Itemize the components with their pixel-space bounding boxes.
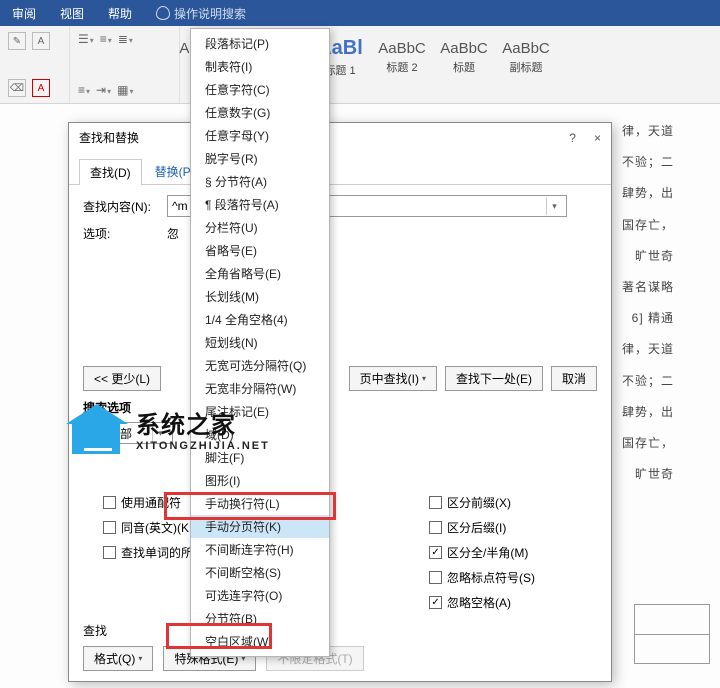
lightbulb-icon xyxy=(156,6,170,20)
tab-help[interactable]: 帮助 xyxy=(108,5,132,22)
find-value: ^m xyxy=(172,199,188,213)
table-outline xyxy=(634,604,710,664)
tab-view[interactable]: 视图 xyxy=(60,5,84,22)
font-box-icon[interactable]: A xyxy=(32,32,50,50)
special-menu-item[interactable]: 省略号(E) xyxy=(191,239,329,262)
clear-format-icon[interactable]: ⌫ xyxy=(8,79,26,97)
special-menu-item[interactable]: 空白区域(W) xyxy=(191,630,329,653)
special-menu-item[interactable]: 不间断连字符(H) xyxy=(191,538,329,561)
find-next-button[interactable]: 查找下一处(E) xyxy=(445,366,543,391)
special-menu-item[interactable]: 不间断空格(S) xyxy=(191,561,329,584)
special-menu-item[interactable]: 无宽非分隔符(W) xyxy=(191,377,329,400)
options-value: 忽 xyxy=(167,225,179,242)
find-replace-dialog: 查找和替换 ? × 查找(D) 替换(P 查找内容(N): ^m ▾ 选项: 忽… xyxy=(68,122,612,682)
check-wildcards[interactable]: 使用通配符 xyxy=(103,494,193,511)
special-menu-item[interactable]: 分节符(B) xyxy=(191,607,329,630)
special-menu-item[interactable]: 脱字号(R) xyxy=(191,147,329,170)
special-menu-item[interactable]: 段落标记(P) xyxy=(191,32,329,55)
special-menu-item[interactable]: 任意字符(C) xyxy=(191,78,329,101)
style-subtitle[interactable]: AaBbC副标题 xyxy=(496,30,556,84)
tell-me-search[interactable]: 操作说明搜索 xyxy=(156,5,246,22)
check-suffix[interactable]: 区分后缀(I) xyxy=(429,519,535,536)
special-menu-item[interactable]: § 分节符(A) xyxy=(191,170,329,193)
dialog-title: 查找和替换 xyxy=(79,129,139,146)
special-menu-item[interactable]: 无宽可选分隔符(Q) xyxy=(191,354,329,377)
check-ignore-punct[interactable]: 忽略标点符号(S) xyxy=(429,569,535,586)
ribbon-body: ✎ A ⌫ A ☰▾ ≡▾ ≣▾ ≡▾ ⇥▾ ▦▾ AaBbCcDc↓ 正文 A… xyxy=(0,26,720,104)
special-menu-item[interactable]: 短划线(N) xyxy=(191,331,329,354)
border-icon[interactable]: ▦▾ xyxy=(117,83,133,97)
numbering-icon[interactable]: ≡▾ xyxy=(100,32,112,46)
style-heading2[interactable]: AaBbC标题 2 xyxy=(372,30,432,84)
close-button[interactable]: × xyxy=(594,131,601,145)
less-button[interactable]: << 更少(L) xyxy=(83,366,161,391)
indent-icon[interactable]: ⇥▾ xyxy=(96,83,111,97)
check-prefix[interactable]: 区分前缀(X) xyxy=(429,494,535,511)
tab-find[interactable]: 查找(D) xyxy=(79,159,142,185)
check-fullhalf[interactable]: ✓区分全/半角(M) xyxy=(429,544,535,561)
special-menu-item[interactable]: 域(D) xyxy=(191,423,329,446)
search-options-heading: 搜索选项 xyxy=(83,399,597,416)
find-in-button[interactable]: 页中查找(I)▾ xyxy=(349,366,437,391)
clipboard-icon[interactable]: ✎ xyxy=(8,32,26,50)
format-button[interactable]: 格式(Q)▾ xyxy=(83,646,153,671)
special-menu-item[interactable]: 任意数字(G) xyxy=(191,101,329,124)
special-menu-item[interactable]: 长划线(M) xyxy=(191,285,329,308)
align-icon[interactable]: ≡▾ xyxy=(78,83,90,97)
bullets-icon[interactable]: ☰▾ xyxy=(78,32,94,46)
ribbon-tabs: 审阅 视图 帮助 操作说明搜索 xyxy=(0,0,720,26)
options-label: 选项: xyxy=(83,225,161,242)
font-color-icon[interactable]: A xyxy=(32,79,50,97)
special-menu-item[interactable]: 尾注标记(E) xyxy=(191,400,329,423)
search-label: 操作说明搜索 xyxy=(174,5,246,22)
cancel-button[interactable]: 取消 xyxy=(551,366,597,391)
multilevel-icon[interactable]: ≣▾ xyxy=(118,32,133,46)
special-menu-item[interactable]: 手动换行符(L) xyxy=(191,492,329,515)
find-label: 查找内容(N): xyxy=(83,198,161,215)
special-menu-item[interactable]: 全角省略号(E) xyxy=(191,262,329,285)
special-menu-item[interactable]: 任意字母(Y) xyxy=(191,124,329,147)
check-sounds-like[interactable]: 同音(英文)(K xyxy=(103,519,193,536)
style-title[interactable]: AaBbC标题 xyxy=(434,30,494,84)
special-menu-item[interactable]: 1/4 全角空格(4) xyxy=(191,308,329,331)
tab-review[interactable]: 审阅 xyxy=(12,5,36,22)
check-word-forms[interactable]: 查找单词的所 xyxy=(103,544,193,561)
bottom-section-label: 查找 xyxy=(83,622,107,639)
chevron-down-icon[interactable]: ▾ xyxy=(546,197,562,215)
special-menu-item[interactable]: 手动分页符(K) xyxy=(191,515,329,538)
special-menu-item[interactable]: 可选连字符(O) xyxy=(191,584,329,607)
special-menu-item[interactable]: 分栏符(U) xyxy=(191,216,329,239)
special-menu-item[interactable]: 制表符(I) xyxy=(191,55,329,78)
check-ignore-space[interactable]: ✓忽略空格(A) xyxy=(429,594,535,611)
help-button[interactable]: ? xyxy=(569,131,576,145)
dialog-tabs: 查找(D) 替换(P xyxy=(69,152,611,185)
search-scope-select[interactable]: 全部▾ xyxy=(103,422,173,444)
special-menu-item[interactable]: 图形(I) xyxy=(191,469,329,492)
special-format-menu: 段落标记(P)制表符(I)任意字符(C)任意数字(G)任意字母(Y)脱字号(R)… xyxy=(190,28,330,657)
special-menu-item[interactable]: 脚注(F) xyxy=(191,446,329,469)
special-menu-item[interactable]: ¶ 段落符号(A) xyxy=(191,193,329,216)
